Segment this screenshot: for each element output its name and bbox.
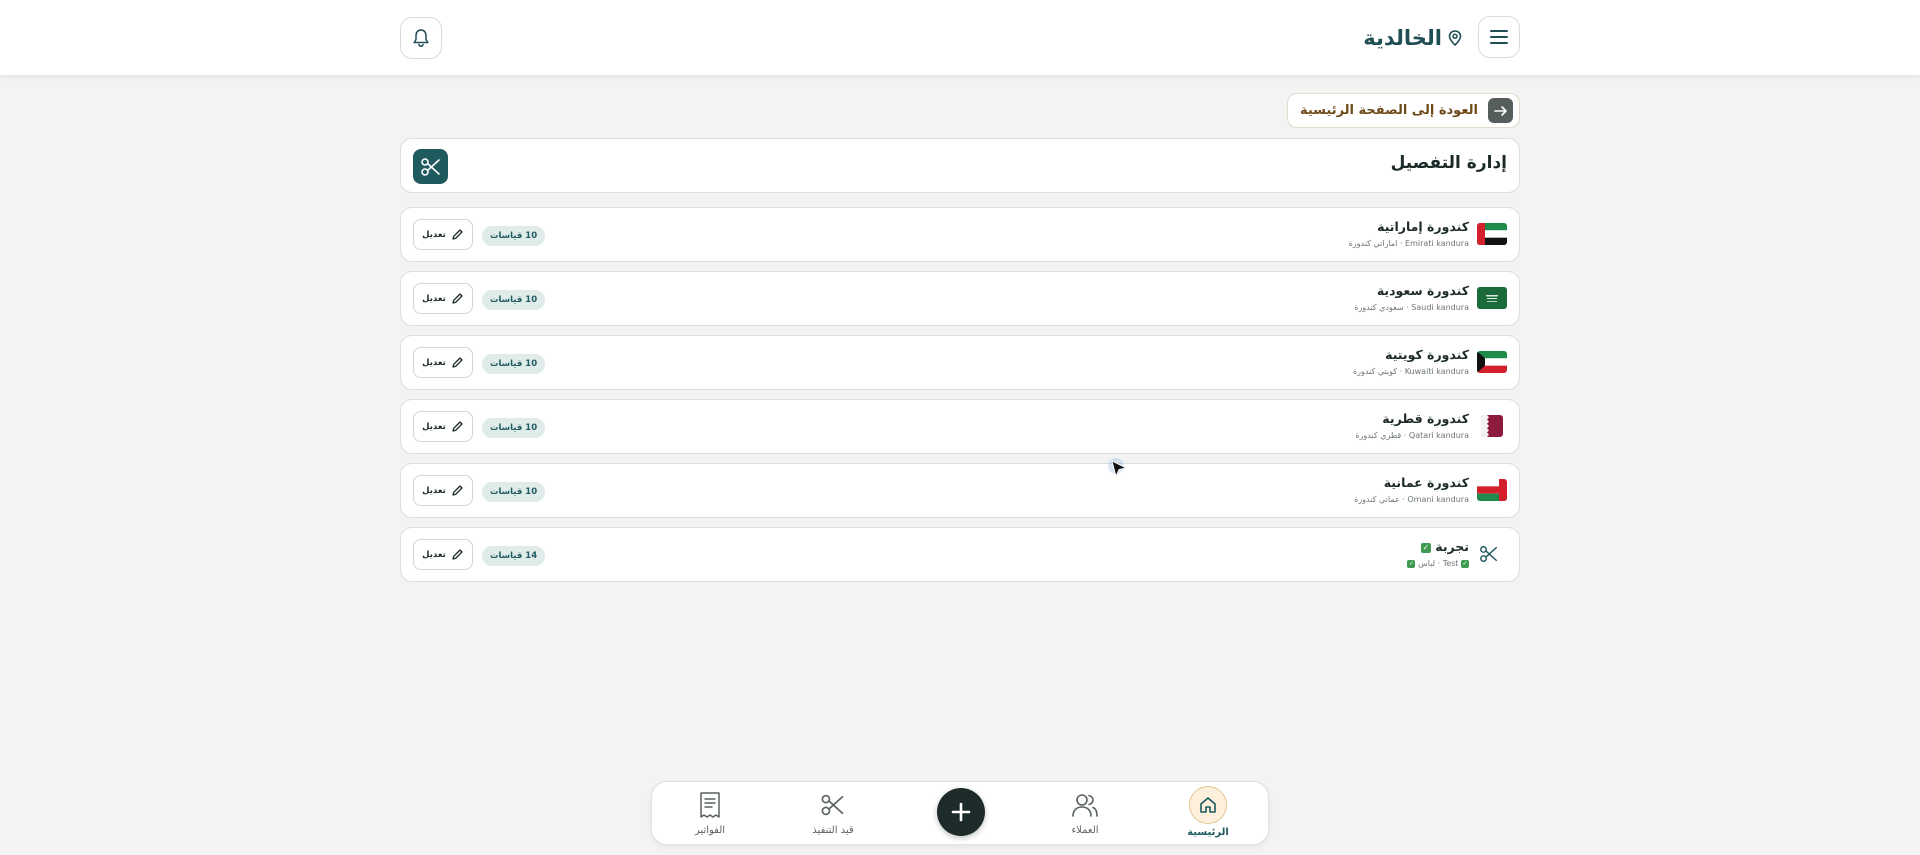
edit-button[interactable]: تعديل: [413, 475, 473, 506]
uae-flag-icon: [1477, 223, 1507, 245]
measurements-badge: 10 قياسات: [482, 226, 546, 246]
list-item[interactable]: كندورة كويتية Kuwaiti kandura · كويتي كن…: [400, 335, 1520, 390]
pencil-icon: [452, 485, 463, 496]
arrow-right-icon: [1488, 98, 1513, 123]
edit-label: تعديل: [422, 421, 446, 432]
list-item[interactable]: كندورة عمانية Omani kandura · عماني كندو…: [400, 463, 1520, 518]
edit-button[interactable]: تعديل: [413, 283, 473, 314]
item-subtitle: Omani kandura · عماني كندورة: [1354, 495, 1469, 504]
measurements-badge: 10 قياسات: [482, 418, 546, 438]
page-header-card: إدارة التفصيل: [400, 138, 1520, 193]
tailoring-list: كندورة إماراتية Emirati kandura · امارات…: [400, 207, 1520, 591]
scissors-icon: [821, 794, 844, 816]
pencil-icon: [452, 549, 463, 560]
pencil-icon: [452, 357, 463, 368]
list-item[interactable]: كندورة قطرية Qatari kandura · قطري كندور…: [400, 399, 1520, 454]
pencil-icon: [452, 421, 463, 432]
location-name: الخالدية: [1363, 26, 1442, 50]
edit-label: تعديل: [422, 485, 446, 496]
item-subtitle: Kuwaiti kandura · كويتي كندورة: [1352, 367, 1469, 376]
top-bar: الخالدية: [0, 0, 1920, 76]
edit-label: تعديل: [422, 293, 446, 304]
list-item[interactable]: تجربة ✓ ✓ Test · لباس ✓ 14 قياسات تعديل: [400, 527, 1520, 582]
mouse-cursor-icon: [1108, 458, 1128, 478]
menu-icon: [1490, 30, 1508, 44]
item-name: كندورة سعودية: [1376, 283, 1469, 298]
check-icon: ✓: [1461, 559, 1469, 568]
back-label: العودة إلى الصفحة الرئيسية: [1299, 103, 1478, 118]
users-icon: [1072, 794, 1098, 817]
measurements-badge: 14 قياسات: [482, 546, 546, 566]
nav-in-progress-label: قيد التنفيذ: [812, 825, 854, 836]
page-title: إدارة التفصيل: [1390, 153, 1507, 173]
edit-button[interactable]: تعديل: [413, 347, 473, 378]
edit-button[interactable]: تعديل: [413, 539, 473, 570]
item-name-text: تجربة: [1435, 539, 1469, 554]
item-name: كندورة كويتية: [1385, 347, 1469, 362]
nav-customers[interactable]: العملاء: [1030, 788, 1140, 844]
menu-button[interactable]: [1478, 16, 1520, 58]
nav-invoices-label: الفواتير: [694, 825, 726, 836]
plus-icon: [951, 802, 971, 822]
bottom-navigation: الرئيسية العملاء قيد التنفيذ الفواتير: [651, 781, 1269, 845]
edit-button[interactable]: تعديل: [413, 219, 473, 250]
check-icon: ✓: [1420, 542, 1431, 553]
receipt-icon: [700, 792, 720, 818]
item-subtitle: Saudi kandura · سعودي كندورة: [1354, 303, 1469, 312]
measurements-badge: 10 قياسات: [482, 482, 546, 502]
item-name: كندورة عمانية: [1383, 475, 1469, 490]
measurements-badge: 10 قياسات: [482, 290, 546, 310]
pencil-icon: [452, 293, 463, 304]
nav-home[interactable]: الرئيسية: [1153, 786, 1263, 844]
scissors-icon: [413, 149, 448, 184]
nav-customers-label: العملاء: [1071, 825, 1099, 836]
qatar-flag-icon: [1481, 415, 1503, 437]
list-item[interactable]: كندورة إماراتية Emirati kandura · امارات…: [400, 207, 1520, 262]
edit-label: تعديل: [422, 229, 446, 240]
bell-icon: [413, 29, 429, 48]
add-button[interactable]: [937, 788, 985, 836]
map-pin-icon: [1448, 30, 1462, 46]
item-name: كندورة إماراتية: [1377, 219, 1469, 234]
item-subtitle: Emirati kandura · اماراتي كندورة: [1348, 239, 1469, 248]
item-subtitle: ✓ Test · لباس ✓: [1407, 559, 1469, 568]
edit-label: تعديل: [422, 357, 446, 368]
list-item[interactable]: كندورة سعودية Saudi kandura · سعودي كندو…: [400, 271, 1520, 326]
item-name: تجربة ✓: [1420, 539, 1469, 554]
home-icon: [1200, 797, 1216, 813]
item-subtitle-text: Test · لباس: [1418, 559, 1459, 568]
nav-invoices[interactable]: الفواتير: [655, 788, 765, 844]
kuwait-flag-icon: [1477, 351, 1507, 373]
scissors-icon: [1479, 544, 1499, 566]
edit-button[interactable]: تعديل: [413, 411, 473, 442]
oman-flag-icon: [1477, 479, 1507, 501]
item-subtitle: Qatari kandura · قطري كندورة: [1355, 431, 1469, 440]
nav-in-progress[interactable]: قيد التنفيذ: [778, 788, 888, 844]
pencil-icon: [452, 229, 463, 240]
measurements-badge: 10 قياسات: [482, 354, 546, 374]
nav-home-label: الرئيسية: [1187, 827, 1229, 838]
item-name: كندورة قطرية: [1382, 411, 1469, 426]
back-to-home-link[interactable]: العودة إلى الصفحة الرئيسية: [1286, 93, 1520, 128]
location-selector[interactable]: الخالدية: [1363, 22, 1462, 54]
check-icon: ✓: [1407, 559, 1416, 568]
edit-label: تعديل: [422, 549, 446, 560]
saudi-flag-icon: [1477, 287, 1507, 309]
notifications-button[interactable]: [400, 17, 442, 59]
